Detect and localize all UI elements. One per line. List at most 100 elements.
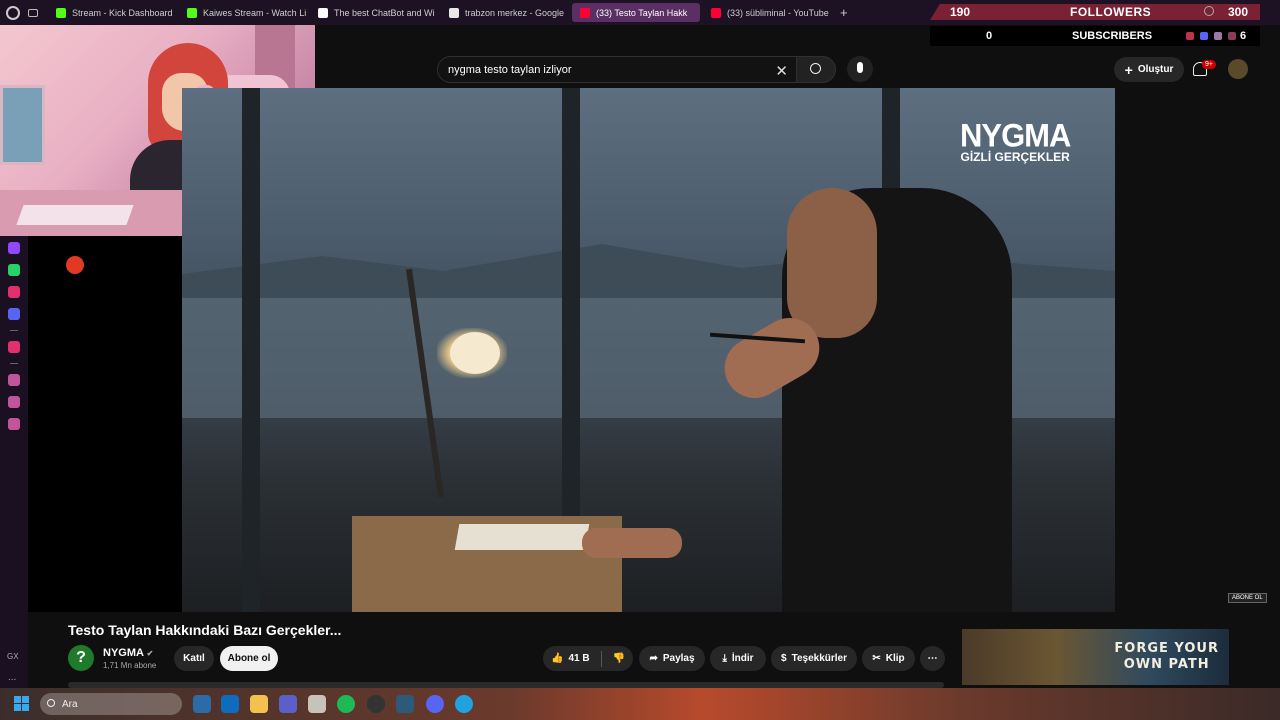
whatsapp-icon[interactable] xyxy=(8,264,20,276)
new-tab-button[interactable]: + xyxy=(840,5,848,20)
thumbs-up-icon[interactable]: 👍 xyxy=(551,653,563,664)
subscribe-button[interactable]: Abone ol xyxy=(220,646,278,671)
search-input[interactable]: nygma testo taylan izliyor ✕ xyxy=(437,56,797,83)
taskbar-search-placeholder: Ara xyxy=(62,698,78,710)
browser-tab[interactable]: (33) Testo Taylan Hakk xyxy=(572,3,700,22)
app-icon[interactable] xyxy=(308,695,326,713)
teams-icon[interactable] xyxy=(279,695,297,713)
more-icon: ⋯ xyxy=(927,653,938,664)
browser-tab[interactable]: (33) sübliminal - YouTube xyxy=(703,3,831,22)
subscribe-watermark[interactable]: ABONE OL xyxy=(1228,593,1267,603)
window-frame xyxy=(242,88,260,612)
notification-badge: 9+ xyxy=(1202,60,1216,69)
extension-icon[interactable] xyxy=(1200,32,1208,40)
browser-tab[interactable]: Stream - Kick Dashboard xyxy=(48,3,176,22)
extensions-icon[interactable] xyxy=(8,396,20,408)
tab-overview-icon[interactable] xyxy=(28,8,38,17)
goal-count: 300 xyxy=(1228,5,1249,19)
clip-label: Klip xyxy=(885,653,905,664)
cam-keyboard xyxy=(16,205,134,225)
like-dislike-group: 👍 41 B 👎 xyxy=(543,646,633,671)
browser-tab[interactable]: Kaiwes Stream - Watch Li xyxy=(179,3,307,22)
instagram-icon[interactable] xyxy=(8,286,20,298)
app-icon[interactable] xyxy=(396,695,414,713)
extension-icon[interactable] xyxy=(1186,32,1194,40)
sidebar-more-icon[interactable]: ... xyxy=(8,672,16,683)
promo-text-line2: OWN PATH xyxy=(1123,657,1210,672)
search-query: nygma testo taylan izliyor xyxy=(448,63,572,76)
tab-label: (33) sübliminal - YouTube xyxy=(727,7,829,18)
tab-favicon-icon xyxy=(449,7,459,18)
video-player[interactable] xyxy=(182,88,1115,612)
tab-favicon-icon xyxy=(56,7,66,18)
taskbar-search[interactable]: Ara xyxy=(40,693,182,715)
search-icon xyxy=(47,699,55,707)
download-label: İndir xyxy=(731,653,754,664)
extension-icon[interactable] xyxy=(1228,32,1236,40)
join-button[interactable]: Katıl xyxy=(174,646,214,671)
windows-start-icon[interactable] xyxy=(14,696,30,712)
extension-icon[interactable] xyxy=(1214,32,1222,40)
settings-icon[interactable] xyxy=(8,418,20,430)
windows-taskbar xyxy=(0,688,1280,720)
browser-extension-icons xyxy=(1186,32,1236,40)
promo-banner[interactable]: FORGE YOUR OWN PATH xyxy=(962,629,1229,685)
video-title: Testo Taylan Hakkındaki Bazı Gerçekler..… xyxy=(68,622,342,638)
download-icon: ⤓ xyxy=(722,653,727,664)
tab-label: trabzon merkez - Google xyxy=(465,7,565,18)
subscribers-count: 0 xyxy=(986,30,993,42)
tab-label: Kaiwes Stream - Watch Li xyxy=(203,7,307,18)
create-button[interactable]: + Oluştur xyxy=(1114,57,1184,82)
tab-favicon-icon xyxy=(580,7,590,18)
gx-label[interactable]: GX xyxy=(7,652,19,661)
cam-window xyxy=(0,85,45,165)
followers-label: FOLLOWERS xyxy=(1070,5,1152,19)
browser-tab[interactable]: trabzon merkez - Google xyxy=(441,3,569,22)
search-icon[interactable] xyxy=(1204,6,1214,16)
create-label: Oluştur xyxy=(1137,64,1174,75)
music-icon[interactable] xyxy=(8,341,20,353)
file-explorer-icon[interactable] xyxy=(250,695,268,713)
video-person-hand xyxy=(582,528,682,558)
channel-name[interactable]: NYGMA ✔ xyxy=(103,647,153,659)
history-icon[interactable] xyxy=(8,374,20,386)
outlook-icon[interactable] xyxy=(221,695,239,713)
more-actions-button[interactable]: ⋯ xyxy=(920,646,945,671)
spotify-icon[interactable] xyxy=(337,695,355,713)
share-button[interactable]: ➦ Paylaş xyxy=(639,646,705,671)
browser-tab[interactable]: The best ChatBot and Wi xyxy=(310,3,438,22)
plus-icon: + xyxy=(1124,61,1133,78)
channel-avatar[interactable]: ? xyxy=(68,645,94,671)
clip-button[interactable]: ✂ Klip xyxy=(862,646,915,671)
voice-search-button[interactable] xyxy=(847,56,873,82)
video-overlay-title: NYGMA xyxy=(960,117,1071,154)
tab-list: Stream - Kick Dashboard Kaiwes Stream - W… xyxy=(48,3,834,22)
video-paper xyxy=(454,524,590,550)
share-icon: ➦ xyxy=(649,653,658,664)
share-label: Paylaş xyxy=(662,653,695,664)
twitch-icon[interactable] xyxy=(8,242,20,254)
sidebar-divider xyxy=(10,330,18,331)
join-label: Katıl xyxy=(183,653,205,664)
discord-icon[interactable] xyxy=(8,308,20,320)
video-letterbox-left xyxy=(28,236,182,612)
edge-icon[interactable] xyxy=(455,695,473,713)
discord-icon[interactable] xyxy=(426,695,444,713)
thanks-label: Teşekkürler xyxy=(791,653,847,664)
thumbs-down-icon[interactable]: 👎 xyxy=(613,653,625,664)
opera-gx-logo-icon[interactable] xyxy=(6,5,20,20)
search-icon xyxy=(810,63,821,74)
like-count[interactable]: 41 B xyxy=(568,653,589,664)
small-count: 6 xyxy=(1240,30,1247,42)
opera-gx-icon[interactable] xyxy=(367,695,385,713)
account-avatar[interactable] xyxy=(1228,59,1248,79)
download-button[interactable]: ⤓ İndir xyxy=(710,646,766,671)
taskview-icon[interactable] xyxy=(193,695,211,713)
thanks-button[interactable]: $ Teşekkürler xyxy=(771,646,857,671)
screen: Stream - Kick Dashboard Kaiwes Stream - W… xyxy=(0,0,1280,720)
search-button[interactable] xyxy=(796,56,836,83)
mic-icon xyxy=(857,62,863,73)
clear-search-icon[interactable]: ✕ xyxy=(775,62,788,80)
thanks-icon: $ xyxy=(781,653,787,664)
promo-text-line1: FORGE YOUR xyxy=(1114,641,1219,656)
